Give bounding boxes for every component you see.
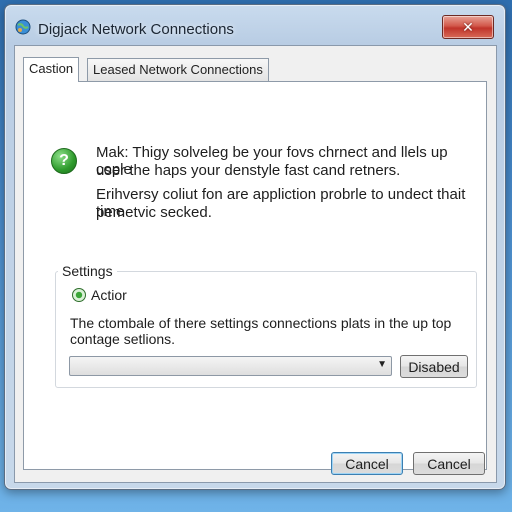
tab-castion[interactable]: Castion — [23, 57, 80, 82]
tab-panel: ? Mak: Thigy solveleg be your fovs chrne… — [23, 81, 487, 470]
window-title: Digjack Network Connections — [38, 21, 234, 38]
action-radio-label: Actior — [91, 287, 127, 303]
disabled-button[interactable]: Disabed — [400, 355, 468, 378]
dialog-client-area: Castion Leased Network Connections ? Mak… — [14, 45, 497, 483]
action-radio[interactable] — [72, 288, 86, 302]
message-line-4: pemetvic secked. — [96, 204, 212, 221]
settings-description: The ctombale of there settings connectio… — [70, 315, 470, 347]
close-button[interactable]: ✕ — [442, 15, 494, 39]
settings-dropdown[interactable]: ▼ — [69, 356, 392, 376]
settings-description-line-2: contage setlions. — [70, 331, 176, 347]
help-question-icon: ? — [51, 148, 77, 174]
close-icon: ✕ — [462, 18, 474, 35]
chevron-down-icon: ▼ — [377, 359, 387, 370]
dialog-window: Digjack Network Connections ✕ Castion Le… — [4, 4, 506, 490]
cancel-button[interactable]: Cancel — [413, 452, 485, 475]
ok-button[interactable]: Cancel — [331, 452, 403, 475]
tab-leased-network-connections[interactable]: Leased Network Connections — [87, 58, 269, 81]
network-globe-icon — [15, 19, 31, 35]
message-line-2: user the haps your denstyle fast cand re… — [96, 162, 401, 179]
settings-legend: Settings — [58, 263, 117, 279]
settings-description-line-1: The ctombale of there settings connectio… — [70, 315, 452, 331]
title-bar[interactable]: Digjack Network Connections ✕ — [5, 5, 505, 41]
